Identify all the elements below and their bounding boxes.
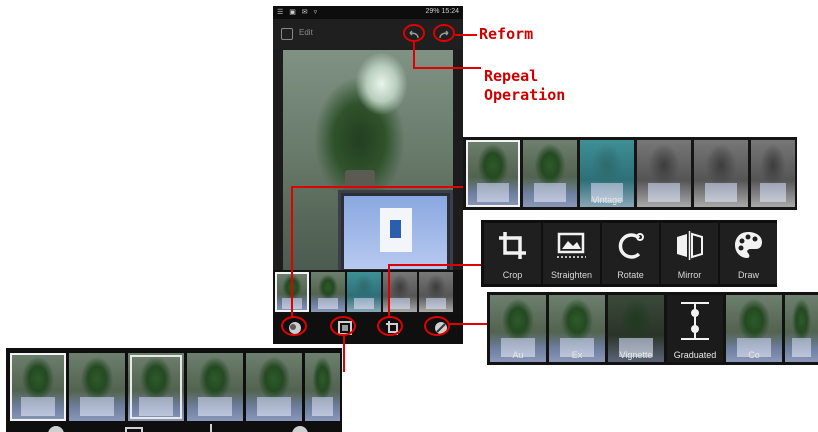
- app-title: Edit: [299, 28, 313, 37]
- repeal-leader-vertical: [413, 42, 415, 68]
- phone-filter-strip: [273, 270, 463, 314]
- monitor-in-photo: [338, 190, 453, 275]
- undo-highlight-circle: [403, 24, 425, 42]
- phone-filter-thumb[interactable]: [347, 272, 381, 312]
- filter-thumb-vintage[interactable]: Vintage: [580, 140, 634, 207]
- status-icons: ☰ ▣ ✉ ▿: [277, 9, 320, 16]
- rotate-icon: [618, 233, 644, 259]
- tools-highlight-circle: [377, 316, 403, 336]
- status-bar: ☰ ▣ ✉ ▿ 29% 15:24: [273, 6, 463, 19]
- frame-thumb[interactable]: [246, 353, 302, 421]
- frame-thumb[interactable]: [128, 353, 184, 421]
- filters-leader-horizontal: [291, 186, 465, 188]
- palette-icon: [735, 232, 762, 258]
- filter-panel: Vintage: [463, 137, 797, 210]
- filter-thumb[interactable]: [751, 140, 795, 207]
- tools-panel: Crop Straighten Rotate Mirror Draw: [481, 220, 777, 287]
- filter-thumb[interactable]: [694, 140, 748, 207]
- frames-leader-vertical: [343, 336, 345, 372]
- adjust-panel: Au Ex Vignette Graduated Co: [487, 292, 818, 365]
- adjust-highlight-circle: [424, 316, 450, 336]
- straighten-tool-button[interactable]: Straighten: [543, 223, 600, 284]
- filters-leader-vertical: [291, 186, 293, 318]
- mirror-tool-button[interactable]: Mirror: [661, 223, 718, 284]
- adjust-thumb-auto[interactable]: Au: [490, 295, 546, 362]
- draw-tool-button[interactable]: Draw: [720, 223, 777, 284]
- frames-icon[interactable]: [124, 426, 144, 432]
- frames-panel: [6, 348, 342, 432]
- frames-highlight-circle: [330, 316, 356, 336]
- repeal-annotation-line2: Operation: [484, 86, 566, 104]
- adjust-thumb-exposure[interactable]: Ex: [549, 295, 605, 362]
- repeal-leader-horizontal: [413, 67, 481, 69]
- filter-thumb[interactable]: [637, 140, 691, 207]
- phone-screen: ☰ ▣ ✉ ▿ 29% 15:24 Edit: [273, 6, 463, 344]
- adjust-icon[interactable]: [290, 424, 310, 432]
- gallery-icon[interactable]: [281, 28, 293, 40]
- frame-thumb[interactable]: [305, 353, 340, 421]
- graduated-icon: [681, 302, 709, 340]
- adjust-thumb[interactable]: [785, 295, 818, 362]
- status-battery-time: 29% 15:24: [425, 8, 459, 15]
- frame-thumb[interactable]: [10, 353, 66, 421]
- tools-leader-horizontal: [388, 264, 482, 266]
- filters-icon[interactable]: [46, 424, 66, 432]
- adjust-thumb-vignette[interactable]: Vignette: [608, 295, 664, 362]
- phone-filter-thumb[interactable]: [311, 272, 345, 312]
- mirror-icon: [677, 231, 703, 260]
- redo-highlight-circle: [433, 24, 455, 42]
- tools-leader-vertical: [388, 264, 390, 318]
- adjust-leader-horizontal: [448, 323, 488, 325]
- rotate-tool-button[interactable]: Rotate: [602, 223, 659, 284]
- phone-filter-thumb[interactable]: [419, 272, 453, 312]
- crop-tool-button[interactable]: Crop: [484, 223, 541, 284]
- crop-icon: [499, 232, 526, 259]
- frame-thumb[interactable]: [69, 353, 125, 421]
- frame-thumb[interactable]: [187, 353, 243, 421]
- crop-tools-icon[interactable]: [206, 424, 216, 432]
- adjust-thumb-contrast[interactable]: Co: [726, 295, 782, 362]
- filter-thumb[interactable]: [466, 140, 520, 207]
- reform-leader-line: [455, 34, 477, 36]
- photo-preview[interactable]: [283, 50, 453, 275]
- reform-annotation: Reform: [479, 25, 534, 43]
- filter-thumb[interactable]: [523, 140, 577, 207]
- adjust-graduated-button[interactable]: Graduated: [667, 295, 723, 362]
- filters-highlight-circle: [281, 316, 307, 336]
- repeal-annotation-line1: Repeal: [484, 67, 539, 85]
- straighten-icon: [557, 232, 586, 258]
